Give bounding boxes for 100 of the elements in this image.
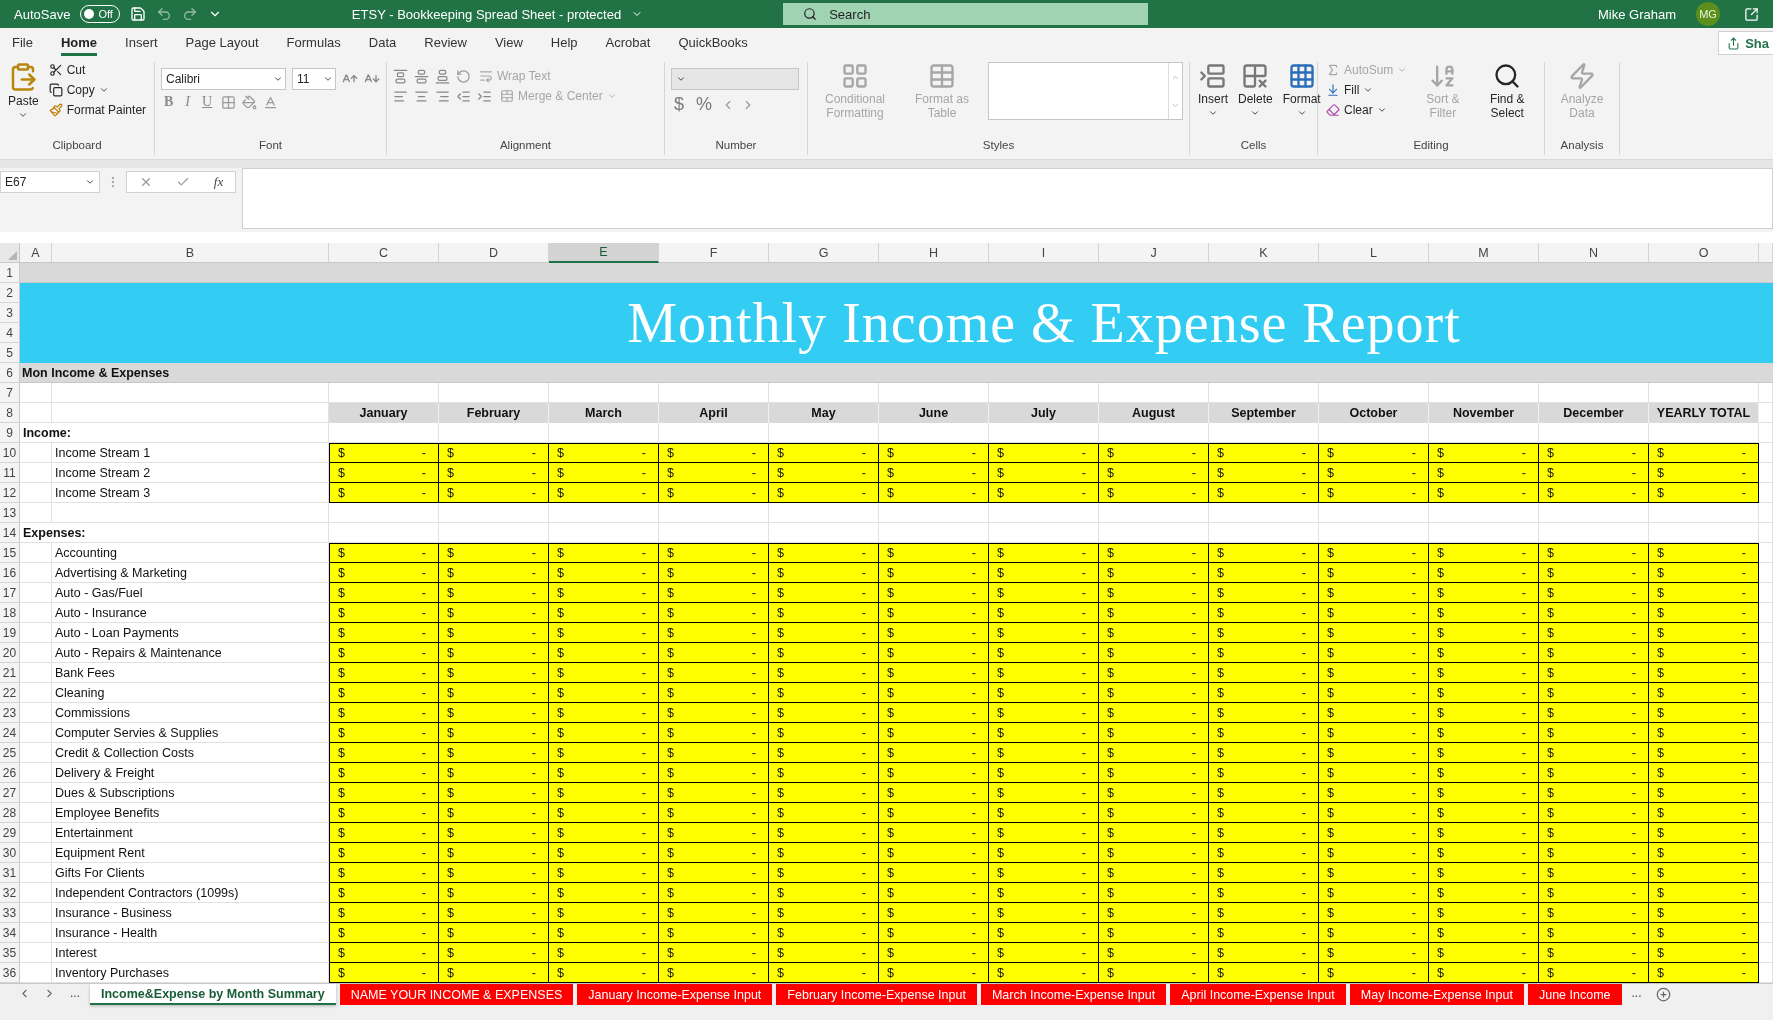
amount-cell[interactable]: $ - [329,783,439,803]
row-number[interactable]: 35 [0,943,20,963]
search-field[interactable]: Search [783,3,1149,25]
menu-tab[interactable]: Formulas [286,30,341,56]
amount-cell[interactable]: $ - [659,963,769,983]
amount-cell[interactable]: $ - [1319,643,1429,663]
row-number[interactable]: 20 [0,643,20,663]
amount-cell[interactable]: $ - [329,683,439,703]
amount-cell[interactable]: $ - [1429,543,1539,563]
amount-cell[interactable]: $ - [989,643,1099,663]
amount-cell[interactable]: $ - [549,623,659,643]
amount-cell[interactable]: $ - [989,903,1099,923]
amount-cell[interactable]: $ - [549,863,659,883]
amount-cell[interactable]: $ - [1209,623,1319,643]
amount-cell[interactable]: $ - [1099,563,1209,583]
amount-cell[interactable]: $ - [439,903,549,923]
amount-cell[interactable]: $ - [549,603,659,623]
amount-cell[interactable]: $ - [769,783,879,803]
amount-cell[interactable]: $ - [1649,703,1759,723]
amount-cell[interactable]: $ - [1429,643,1539,663]
amount-cell[interactable]: $ - [329,583,439,603]
amount-cell[interactable]: $ - [439,623,549,643]
amount-cell[interactable]: $ - [329,443,439,463]
enter-icon[interactable] [176,175,191,189]
amount-cell[interactable]: $ - [439,963,549,983]
row-number[interactable]: 32 [0,883,20,903]
amount-cell[interactable]: $ - [879,723,989,743]
amount-cell[interactable]: $ - [549,823,659,843]
amount-cell[interactable]: $ - [439,583,549,603]
amount-cell[interactable]: $ - [1429,783,1539,803]
amount-cell[interactable]: $ - [1099,463,1209,483]
amount-cell[interactable]: $ - [1429,763,1539,783]
menu-tab[interactable]: Review [424,30,467,56]
amount-cell[interactable]: $ - [989,483,1099,503]
amount-cell[interactable]: $ - [439,643,549,663]
amount-cell[interactable]: $ - [329,903,439,923]
amount-cell[interactable]: $ - [989,703,1099,723]
amount-cell[interactable]: $ - [1649,563,1759,583]
amount-cell[interactable]: $ - [1099,683,1209,703]
amount-cell[interactable]: $ - [879,483,989,503]
amount-cell[interactable]: $ - [1429,943,1539,963]
row-number[interactable]: 6 [0,363,20,383]
amount-cell[interactable]: $ - [989,603,1099,623]
amount-cell[interactable]: $ - [989,863,1099,883]
amount-cell[interactable]: $ - [769,823,879,843]
amount-cell[interactable]: $ - [1319,763,1429,783]
sheet-tab[interactable]: April Income-Expense Input [1170,984,1346,1005]
amount-cell[interactable]: $ - [1319,923,1429,943]
row-number[interactable]: 9 [0,423,20,443]
amount-cell[interactable]: $ - [989,743,1099,763]
amount-cell[interactable]: $ - [549,643,659,663]
amount-cell[interactable]: $ - [549,543,659,563]
menu-tab[interactable]: Home [60,30,98,56]
amount-cell[interactable]: $ - [439,703,549,723]
amount-cell[interactable]: $ - [1319,683,1429,703]
sheet-tab[interactable]: NAME YOUR INCOME & EXPENSES [339,984,574,1005]
amount-cell[interactable]: $ - [1429,823,1539,843]
amount-cell[interactable]: $ - [659,843,769,863]
amount-cell[interactable]: $ - [989,623,1099,643]
styles-gallery[interactable] [988,62,1183,120]
amount-cell[interactable]: $ - [329,883,439,903]
column-header[interactable]: N [1539,243,1649,263]
amount-cell[interactable]: $ - [1429,703,1539,723]
amount-cell[interactable]: $ - [329,723,439,743]
amount-cell[interactable]: $ - [769,623,879,643]
amount-cell[interactable]: $ - [329,923,439,943]
amount-cell[interactable]: $ - [1539,963,1649,983]
amount-cell[interactable]: $ - [329,543,439,563]
amount-cell[interactable]: $ - [329,943,439,963]
column-header[interactable]: G [769,243,879,263]
amount-cell[interactable]: $ - [1649,723,1759,743]
column-header[interactable]: K [1209,243,1319,263]
amount-cell[interactable]: $ - [329,823,439,843]
amount-cell[interactable]: $ - [1429,583,1539,603]
row-number[interactable]: 16 [0,563,20,583]
amount-cell[interactable]: $ - [1649,683,1759,703]
amount-cell[interactable]: $ - [769,963,879,983]
amount-cell[interactable]: $ - [1539,663,1649,683]
amount-cell[interactable]: $ - [1099,783,1209,803]
amount-cell[interactable]: $ - [1319,443,1429,463]
amount-cell[interactable]: $ - [1429,663,1539,683]
row-number[interactable]: 33 [0,903,20,923]
amount-cell[interactable]: $ - [1319,863,1429,883]
amount-cell[interactable]: $ - [659,723,769,743]
row-number[interactable]: 30 [0,843,20,863]
row-number[interactable]: 7 [0,383,20,403]
amount-cell[interactable]: $ - [1429,603,1539,623]
amount-cell[interactable]: $ - [1429,883,1539,903]
amount-cell[interactable]: $ - [1099,723,1209,743]
amount-cell[interactable]: $ - [1209,943,1319,963]
amount-cell[interactable]: $ - [1209,923,1319,943]
borders-icon[interactable] [221,94,237,110]
menu-tab[interactable]: File [12,30,33,56]
amount-cell[interactable]: $ - [769,763,879,783]
amount-cell[interactable]: $ - [989,923,1099,943]
amount-cell[interactable]: $ - [1099,963,1209,983]
amount-cell[interactable]: $ - [1099,923,1209,943]
indent-increase-icon[interactable] [477,88,492,104]
amount-cell[interactable]: $ - [769,683,879,703]
amount-cell[interactable]: $ - [1209,723,1319,743]
